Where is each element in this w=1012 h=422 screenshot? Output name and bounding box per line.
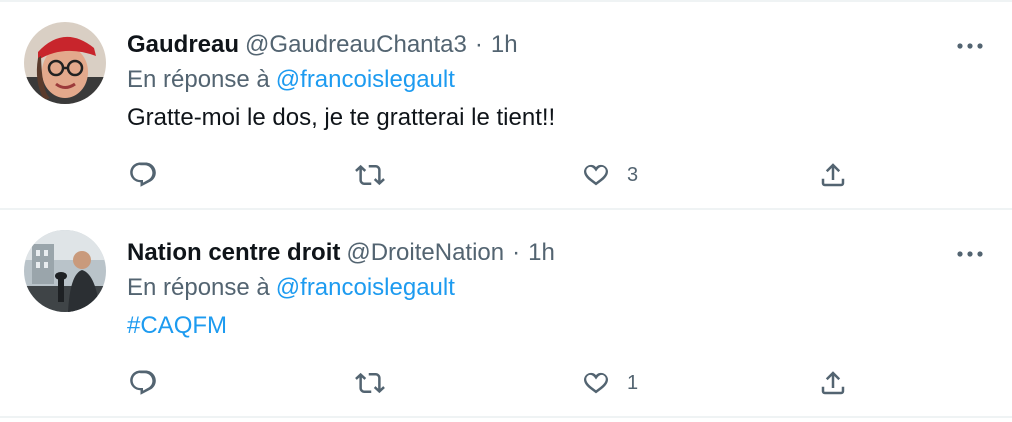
heart-icon xyxy=(583,164,609,186)
share-icon xyxy=(821,371,845,395)
reply-icon xyxy=(130,370,156,395)
user-handle[interactable]: @DroiteNation xyxy=(346,239,504,267)
reply-button[interactable] xyxy=(128,156,158,194)
avatar[interactable] xyxy=(24,230,106,312)
retweet-icon xyxy=(355,164,385,186)
timeline: Gaudreau @GaudreauChanta3 · 1h En répons… xyxy=(0,0,1012,422)
tweet[interactable]: Gaudreau @GaudreauChanta3 · 1h En répons… xyxy=(0,2,1012,208)
timestamp[interactable]: 1h xyxy=(491,31,518,59)
share-button[interactable] xyxy=(818,156,848,194)
like-count: 1 xyxy=(627,371,639,394)
tweet[interactable]: Nation centre droit @DroiteNation · 1h E… xyxy=(0,210,1012,416)
retweet-button[interactable] xyxy=(355,364,385,402)
timestamp[interactable]: 1h xyxy=(528,239,555,267)
like-button[interactable]: 1 xyxy=(581,364,638,402)
separator-dot: · xyxy=(474,31,483,58)
like-count: 3 xyxy=(627,163,639,186)
reply-context: En réponse à @francoislegault xyxy=(127,66,455,94)
reply-mention-link[interactable]: @francoislegault xyxy=(276,66,455,93)
reply-prefix: En réponse à xyxy=(127,274,270,301)
retweet-icon xyxy=(355,372,385,394)
tweet-header: Gaudreau @GaudreauChanta3 · 1h xyxy=(127,28,518,62)
display-name[interactable]: Nation centre droit xyxy=(127,239,340,267)
reply-context: En réponse à @francoislegault xyxy=(127,274,455,302)
tweet-header: Nation centre droit @DroiteNation · 1h xyxy=(127,236,555,270)
avatar-image xyxy=(24,22,106,104)
display-name[interactable]: Gaudreau xyxy=(127,31,239,59)
more-icon[interactable] xyxy=(954,36,986,56)
reply-mention-link[interactable]: @francoislegault xyxy=(276,274,455,301)
more-icon[interactable] xyxy=(954,244,986,264)
share-icon xyxy=(821,163,845,187)
hashtag-link[interactable]: #CAQFM xyxy=(127,312,227,340)
avatar-image xyxy=(24,230,106,312)
divider xyxy=(0,416,1012,418)
reply-icon xyxy=(130,162,156,187)
user-handle[interactable]: @GaudreauChanta3 xyxy=(245,31,467,59)
separator-dot: · xyxy=(512,239,521,266)
share-button[interactable] xyxy=(818,364,848,402)
tweet-text: Gratte-moi le dos, je te gratterai le ti… xyxy=(127,104,556,131)
heart-icon xyxy=(583,372,609,394)
avatar[interactable] xyxy=(24,22,106,104)
reply-button[interactable] xyxy=(128,364,158,402)
retweet-button[interactable] xyxy=(355,156,385,194)
reply-prefix: En réponse à xyxy=(127,66,270,93)
like-button[interactable]: 3 xyxy=(581,156,638,194)
